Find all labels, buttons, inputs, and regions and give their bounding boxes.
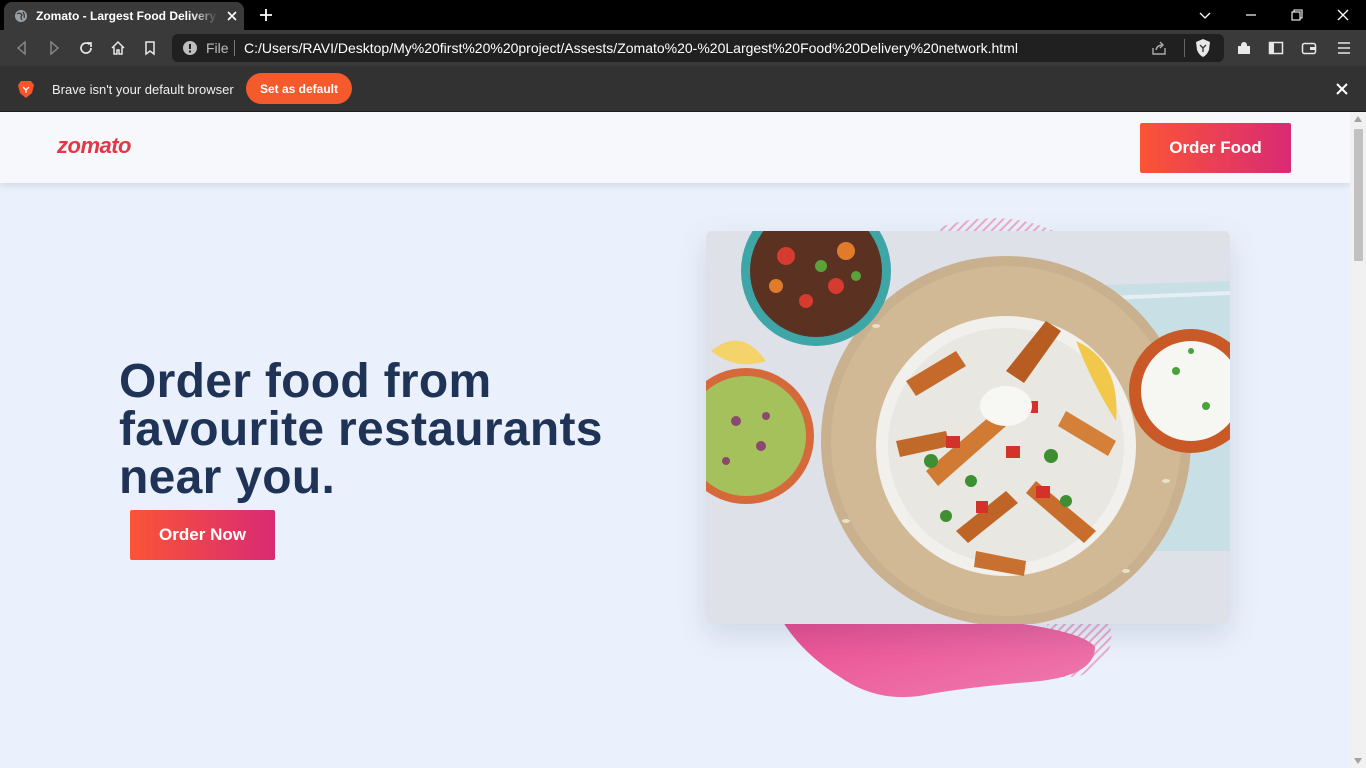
brave-lion-icon <box>18 81 34 98</box>
info-icon[interactable] <box>182 40 198 56</box>
tab-title: Zomato - Largest Food Delivery network <box>36 9 218 23</box>
hero-title: Order food from favourite restaurants ne… <box>119 355 603 504</box>
share-icon[interactable] <box>1150 39 1168 57</box>
plus-icon[interactable] <box>257 6 275 24</box>
site-navbar: zomato Order Food <box>0 112 1350 183</box>
food-photo <box>706 231 1230 624</box>
page-scrollbar[interactable] <box>1350 112 1366 768</box>
scheme-label: File <box>206 40 229 56</box>
default-browser-infobar: Brave isn't your default browser Set as … <box>0 66 1366 112</box>
close-icon[interactable] <box>225 9 239 23</box>
window-close-icon[interactable] <box>1334 6 1352 24</box>
url-text[interactable]: C:/Users/RAVI/Desktop/My%20first%20%20pr… <box>244 40 1018 56</box>
home-icon[interactable] <box>109 39 127 57</box>
globe-icon <box>15 10 27 22</box>
sidebar-icon[interactable] <box>1267 39 1285 57</box>
scroll-up-arrow-icon[interactable] <box>1354 116 1362 122</box>
order-now-button[interactable]: Order Now <box>130 510 275 560</box>
restore-icon[interactable] <box>1288 6 1306 24</box>
brave-shield-icon[interactable] <box>1194 38 1212 58</box>
extensions-icon[interactable] <box>1235 39 1253 57</box>
scrollbar-thumb[interactable] <box>1354 129 1363 261</box>
set-default-button[interactable]: Set as default <box>246 73 352 104</box>
browser-toolbar: File C:/Users/RAVI/Desktop/My%20first%20… <box>0 30 1366 66</box>
menu-icon[interactable] <box>1335 39 1353 57</box>
order-food-button[interactable]: Order Food <box>1140 123 1291 173</box>
omnibox-divider <box>234 40 235 56</box>
back-icon[interactable] <box>13 39 31 57</box>
active-tab[interactable]: Zomato - Largest Food Delivery network <box>4 2 244 30</box>
page-viewport: zomato Order Food Order food from favour… <box>0 112 1350 768</box>
infobar-message: Brave isn't your default browser <box>52 82 234 97</box>
omnibox-divider <box>1184 39 1185 57</box>
address-bar[interactable]: File C:/Users/RAVI/Desktop/My%20first%20… <box>172 34 1224 62</box>
zomato-logo[interactable]: zomato <box>57 133 132 159</box>
scroll-down-arrow-icon[interactable] <box>1354 758 1362 764</box>
reload-icon[interactable] <box>77 39 95 57</box>
close-icon[interactable] <box>1334 81 1350 97</box>
bookmark-icon[interactable] <box>141 39 159 57</box>
wallet-icon[interactable] <box>1300 39 1318 57</box>
minimize-icon[interactable] <box>1242 6 1260 24</box>
tab-strip: Zomato - Largest Food Delivery network <box>0 0 1366 30</box>
forward-icon[interactable] <box>45 39 63 57</box>
chevron-down-icon[interactable] <box>1196 6 1214 24</box>
